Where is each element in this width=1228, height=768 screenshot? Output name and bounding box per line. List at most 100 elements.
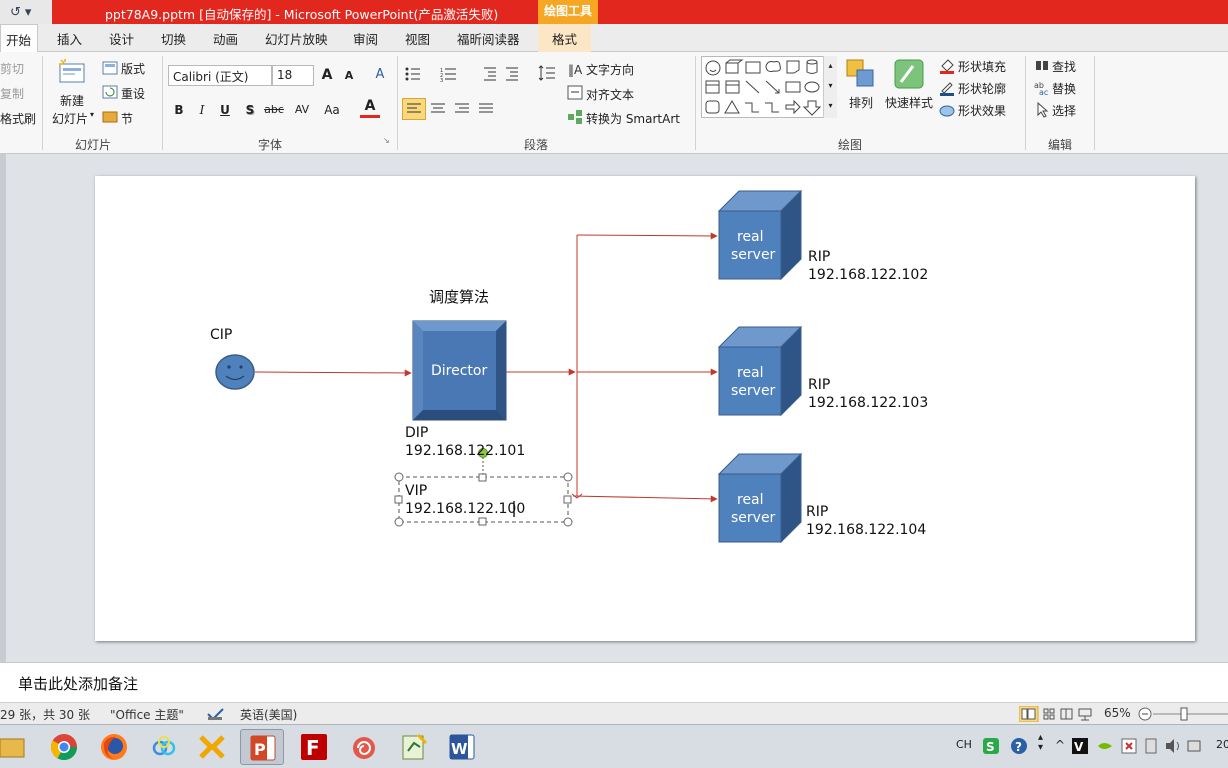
shrink-font-button[interactable]: A (339, 66, 359, 86)
new-slide-label[interactable]: 新建 (60, 92, 84, 109)
new-slide-icon[interactable] (57, 58, 87, 86)
arrange-button[interactable]: 排列 (849, 94, 873, 111)
format-painter-button[interactable]: 格式刷 (0, 110, 36, 127)
group-separator (1094, 56, 1095, 150)
line-spacing-icon[interactable] (537, 64, 557, 82)
notes-pane[interactable]: 单击此处添加备注 (0, 662, 1228, 702)
change-case-button[interactable]: Aa (320, 100, 344, 120)
select-button[interactable]: 选择 (1052, 102, 1076, 119)
help-icon[interactable]: ? (1010, 737, 1028, 755)
vip-value[interactable]: 192.168.122.100 (405, 500, 525, 518)
zoom-level[interactable]: 65% (1104, 706, 1131, 720)
sogou-ime-icon[interactable]: S (982, 737, 1000, 755)
slide-thumbnail-pane-edge[interactable] (0, 154, 6, 662)
quick-styles-button[interactable]: 快速样式 (885, 94, 933, 111)
tray-icons[interactable]: V (1070, 737, 1220, 755)
window-title: ppt78A9.pptm [自动保存的] - Microsoft PowerPo… (105, 7, 499, 22)
font-family-select[interactable]: Calibri (正文) (168, 65, 272, 86)
tab-transitions[interactable]: 切换 (161, 29, 186, 48)
taskbar-notepad[interactable] (392, 729, 436, 765)
spellcheck-icon[interactable] (207, 707, 225, 721)
notes-placeholder[interactable]: 单击此处添加备注 (18, 673, 138, 694)
align-buttons-icon[interactable] (406, 102, 506, 116)
group-separator (162, 56, 163, 150)
vip-label[interactable]: VIP (405, 482, 427, 500)
tab-foxit[interactable]: 福昕阅读器 (457, 29, 520, 48)
underline-button[interactable]: U (215, 100, 235, 120)
ime-toggle-arrows[interactable]: ▴ ▾ (1038, 733, 1043, 753)
arrow-to-server-3[interactable] (572, 495, 718, 503)
shapes-gallery[interactable] (701, 56, 837, 118)
rip-label-2: RIP (808, 377, 831, 393)
shape-fill-button[interactable]: 形状填充 (958, 58, 1006, 75)
copy-button[interactable]: 复制 (0, 85, 24, 102)
theme-name[interactable]: "Office 主题" (110, 706, 184, 723)
grow-font-button[interactable]: A (317, 65, 337, 85)
layout-icon (102, 61, 118, 75)
align-text-icon (567, 85, 583, 100)
cut-button[interactable]: 剪切 (0, 60, 24, 77)
replace-icon: abac (1034, 81, 1048, 96)
list-buttons-icon[interactable]: 1 2 3 (404, 66, 464, 82)
taskbar-app-partial[interactable] (0, 729, 32, 765)
tab-format[interactable]: 格式 (538, 24, 592, 52)
text-direction-button[interactable]: 文字方向 (586, 61, 634, 78)
tab-view[interactable]: 视图 (405, 29, 430, 48)
tab-review[interactable]: 审阅 (353, 29, 378, 48)
view-buttons-icon[interactable] (1019, 706, 1099, 722)
cip-label: CIP (210, 327, 233, 343)
align-text-button[interactable]: 对齐文本 (586, 86, 634, 103)
ribbon: 剪切 复制 格式刷 新建 幻灯片 ▾ 版式 重设 节 幻灯片 Calibri (… (0, 52, 1228, 154)
tab-slideshow[interactable]: 幻灯片放映 (265, 29, 328, 48)
taskbar-snail[interactable] (342, 729, 386, 765)
section-button[interactable]: 节 (121, 110, 133, 127)
italic-button[interactable]: I (192, 100, 212, 120)
language[interactable]: 英语(美国) (240, 706, 297, 723)
clock[interactable]: 20 (1216, 738, 1228, 751)
undo-icon[interactable]: ↺ (10, 5, 21, 20)
indent-buttons-icon[interactable] (482, 66, 522, 82)
show-hidden-icons[interactable]: ^ (1055, 738, 1065, 752)
tab-animations[interactable]: 动画 (213, 29, 238, 48)
client-smiley-shape[interactable] (215, 354, 255, 390)
smartart-icon (568, 110, 582, 124)
reset-button[interactable]: 重设 (121, 85, 145, 102)
dip-label: DIP (405, 425, 429, 441)
taskbar-firefox[interactable] (92, 729, 136, 765)
new-slide-dropdown[interactable]: 幻灯片 (52, 110, 88, 127)
layout-button[interactable]: 版式 (121, 60, 145, 77)
clear-formatting-button[interactable]: A (370, 65, 390, 85)
tab-design[interactable]: 设计 (109, 29, 134, 48)
taskbar-chrome[interactable] (42, 729, 86, 765)
taskbar-xmind[interactable] (190, 729, 234, 765)
tab-home[interactable]: 开始 (0, 24, 39, 53)
zoom-slider[interactable] (1137, 706, 1228, 722)
find-button[interactable]: 查找 (1052, 58, 1076, 75)
xmind-icon (199, 735, 225, 759)
dialog-launcher-icon[interactable]: ↘ (383, 136, 390, 145)
taskbar-baidu-netdisk[interactable] (142, 729, 186, 765)
replace-button[interactable]: 替换 (1052, 80, 1076, 97)
arrow-client-to-director[interactable] (254, 369, 412, 377)
convert-smartart-button[interactable]: 转换为 SmartArt (586, 110, 680, 127)
taskbar-word[interactable]: W (440, 729, 484, 765)
customize-qat-icon[interactable]: ▾ (25, 5, 32, 20)
taskbar-filezilla[interactable]: F (292, 729, 336, 765)
shadow-button[interactable]: S (240, 100, 260, 120)
font-size-select[interactable]: 18 (272, 65, 314, 86)
slide-canvas[interactable]: CIP 调度算法 Director DIP 192.168.122.101 VI… (95, 176, 1195, 641)
tab-insert[interactable]: 插入 (57, 29, 82, 48)
rip-value-1: 192.168.122.102 (808, 267, 929, 283)
strikethrough-button[interactable]: abc (264, 100, 284, 120)
find-icon (1036, 61, 1048, 70)
font-color-button[interactable]: A (360, 98, 380, 118)
gallery-scroll[interactable]: ▴ ▾ ▾ (823, 56, 837, 118)
input-language[interactable]: CH (956, 738, 972, 751)
char-spacing-button[interactable]: AV (289, 100, 315, 120)
shape-outline-button[interactable]: 形状轮廓 (958, 80, 1006, 97)
bold-button[interactable]: B (169, 100, 189, 120)
arrow-to-server-1[interactable] (576, 232, 718, 240)
shape-effects-button[interactable]: 形状效果 (958, 102, 1006, 119)
taskbar-powerpoint[interactable]: P (240, 729, 284, 765)
svg-text:3: 3 (440, 78, 443, 82)
